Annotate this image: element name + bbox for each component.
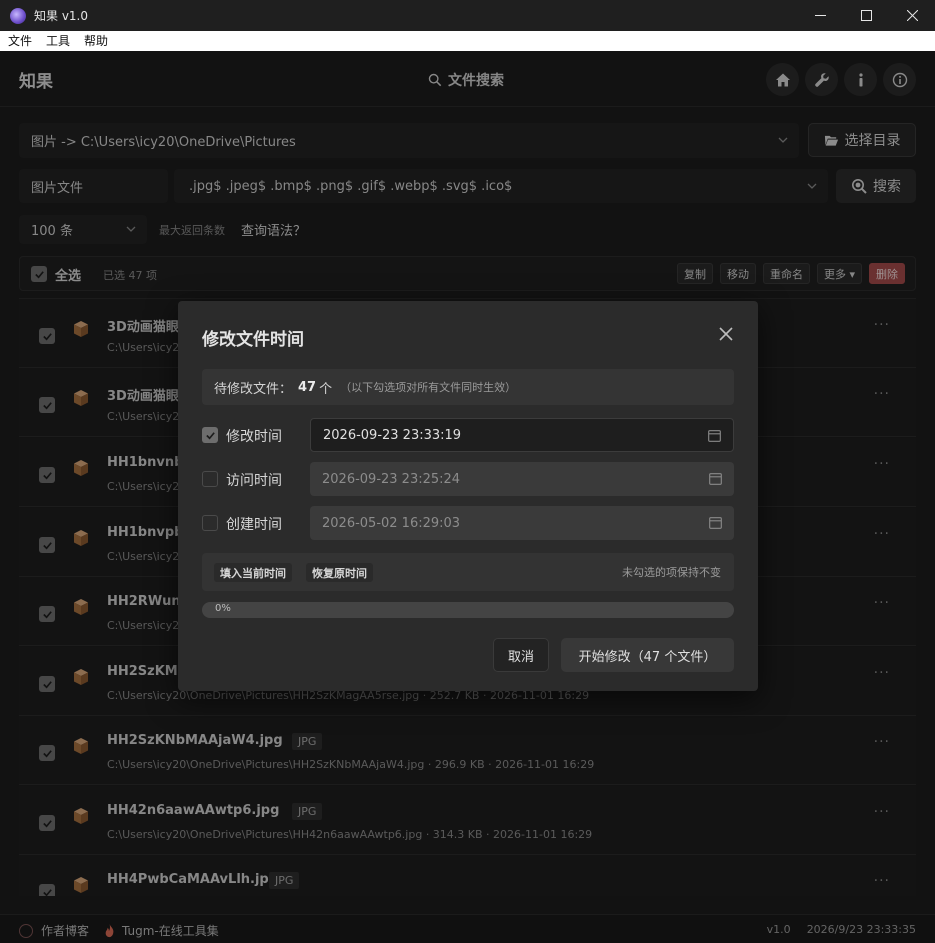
close-icon[interactable]	[719, 327, 733, 341]
modified-time-row: 修改时间 2026-09-23 23:33:19	[202, 418, 734, 452]
modify-time-dialog: 修改文件时间 待修改文件： 47 个 （以下勾选项对所有文件同时生效） 修改时间…	[178, 301, 758, 691]
pending-note: （以下勾选项对所有文件同时生效）	[340, 381, 517, 394]
pending-label: 待修改文件：	[214, 381, 293, 397]
window-title: 知果 v1.0	[34, 9, 89, 23]
created-time-input[interactable]: 2026-05-02 16:29:03	[310, 506, 734, 540]
menu-help[interactable]: 帮助	[77, 31, 115, 51]
created-time-row: 创建时间 2026-05-02 16:29:03	[202, 506, 734, 540]
check-icon	[205, 431, 215, 439]
created-time-checkbox[interactable]	[202, 515, 218, 531]
modified-time-value: 2026-09-23 23:33:19	[323, 427, 462, 443]
created-time-value: 2026-05-02 16:29:03	[322, 515, 461, 531]
access-time-input[interactable]: 2026-09-23 23:25:24	[310, 462, 734, 496]
unchecked-note: 未勾选的项保持不变	[622, 566, 721, 579]
pending-files-info: 待修改文件： 47 个 （以下勾选项对所有文件同时生效）	[202, 369, 734, 405]
dialog-title: 修改文件时间	[202, 330, 304, 350]
pending-count: 47	[298, 379, 317, 395]
access-time-row: 访问时间 2026-09-23 23:25:24	[202, 462, 734, 496]
modified-time-label: 修改时间	[226, 429, 282, 445]
close-icon[interactable]	[889, 0, 935, 31]
restore-original-time-button[interactable]: 恢复原时间	[306, 563, 373, 582]
fill-current-time-button[interactable]: 填入当前时间	[214, 563, 292, 582]
start-modify-button[interactable]: 开始修改（47 个文件）	[561, 638, 734, 672]
title-bar: 知果 v1.0	[0, 0, 935, 31]
window-controls	[797, 0, 935, 31]
modified-time-checkbox[interactable]	[202, 427, 218, 443]
access-time-value: 2026-09-23 23:25:24	[322, 471, 461, 487]
access-time-checkbox[interactable]	[202, 471, 218, 487]
calendar-icon[interactable]	[709, 472, 722, 485]
minimize-icon[interactable]	[797, 0, 843, 31]
created-time-label: 创建时间	[226, 517, 282, 533]
access-time-label: 访问时间	[226, 473, 282, 489]
progress-text: 0%	[215, 603, 231, 614]
progress-bar: 0%	[202, 602, 734, 618]
calendar-icon[interactable]	[708, 429, 721, 442]
menu-tools[interactable]: 工具	[39, 31, 77, 51]
maximize-icon[interactable]	[843, 0, 889, 31]
menu-file[interactable]: 文件	[0, 31, 39, 51]
cancel-button[interactable]: 取消	[493, 638, 549, 672]
pending-unit: 个	[319, 381, 333, 397]
menu-bar: 文件 工具 帮助	[0, 31, 935, 51]
app-logo-icon	[10, 7, 26, 24]
quick-actions: 填入当前时间 恢复原时间 未勾选的项保持不变	[202, 553, 734, 591]
modified-time-input[interactable]: 2026-09-23 23:33:19	[310, 418, 734, 452]
calendar-icon[interactable]	[709, 516, 722, 529]
